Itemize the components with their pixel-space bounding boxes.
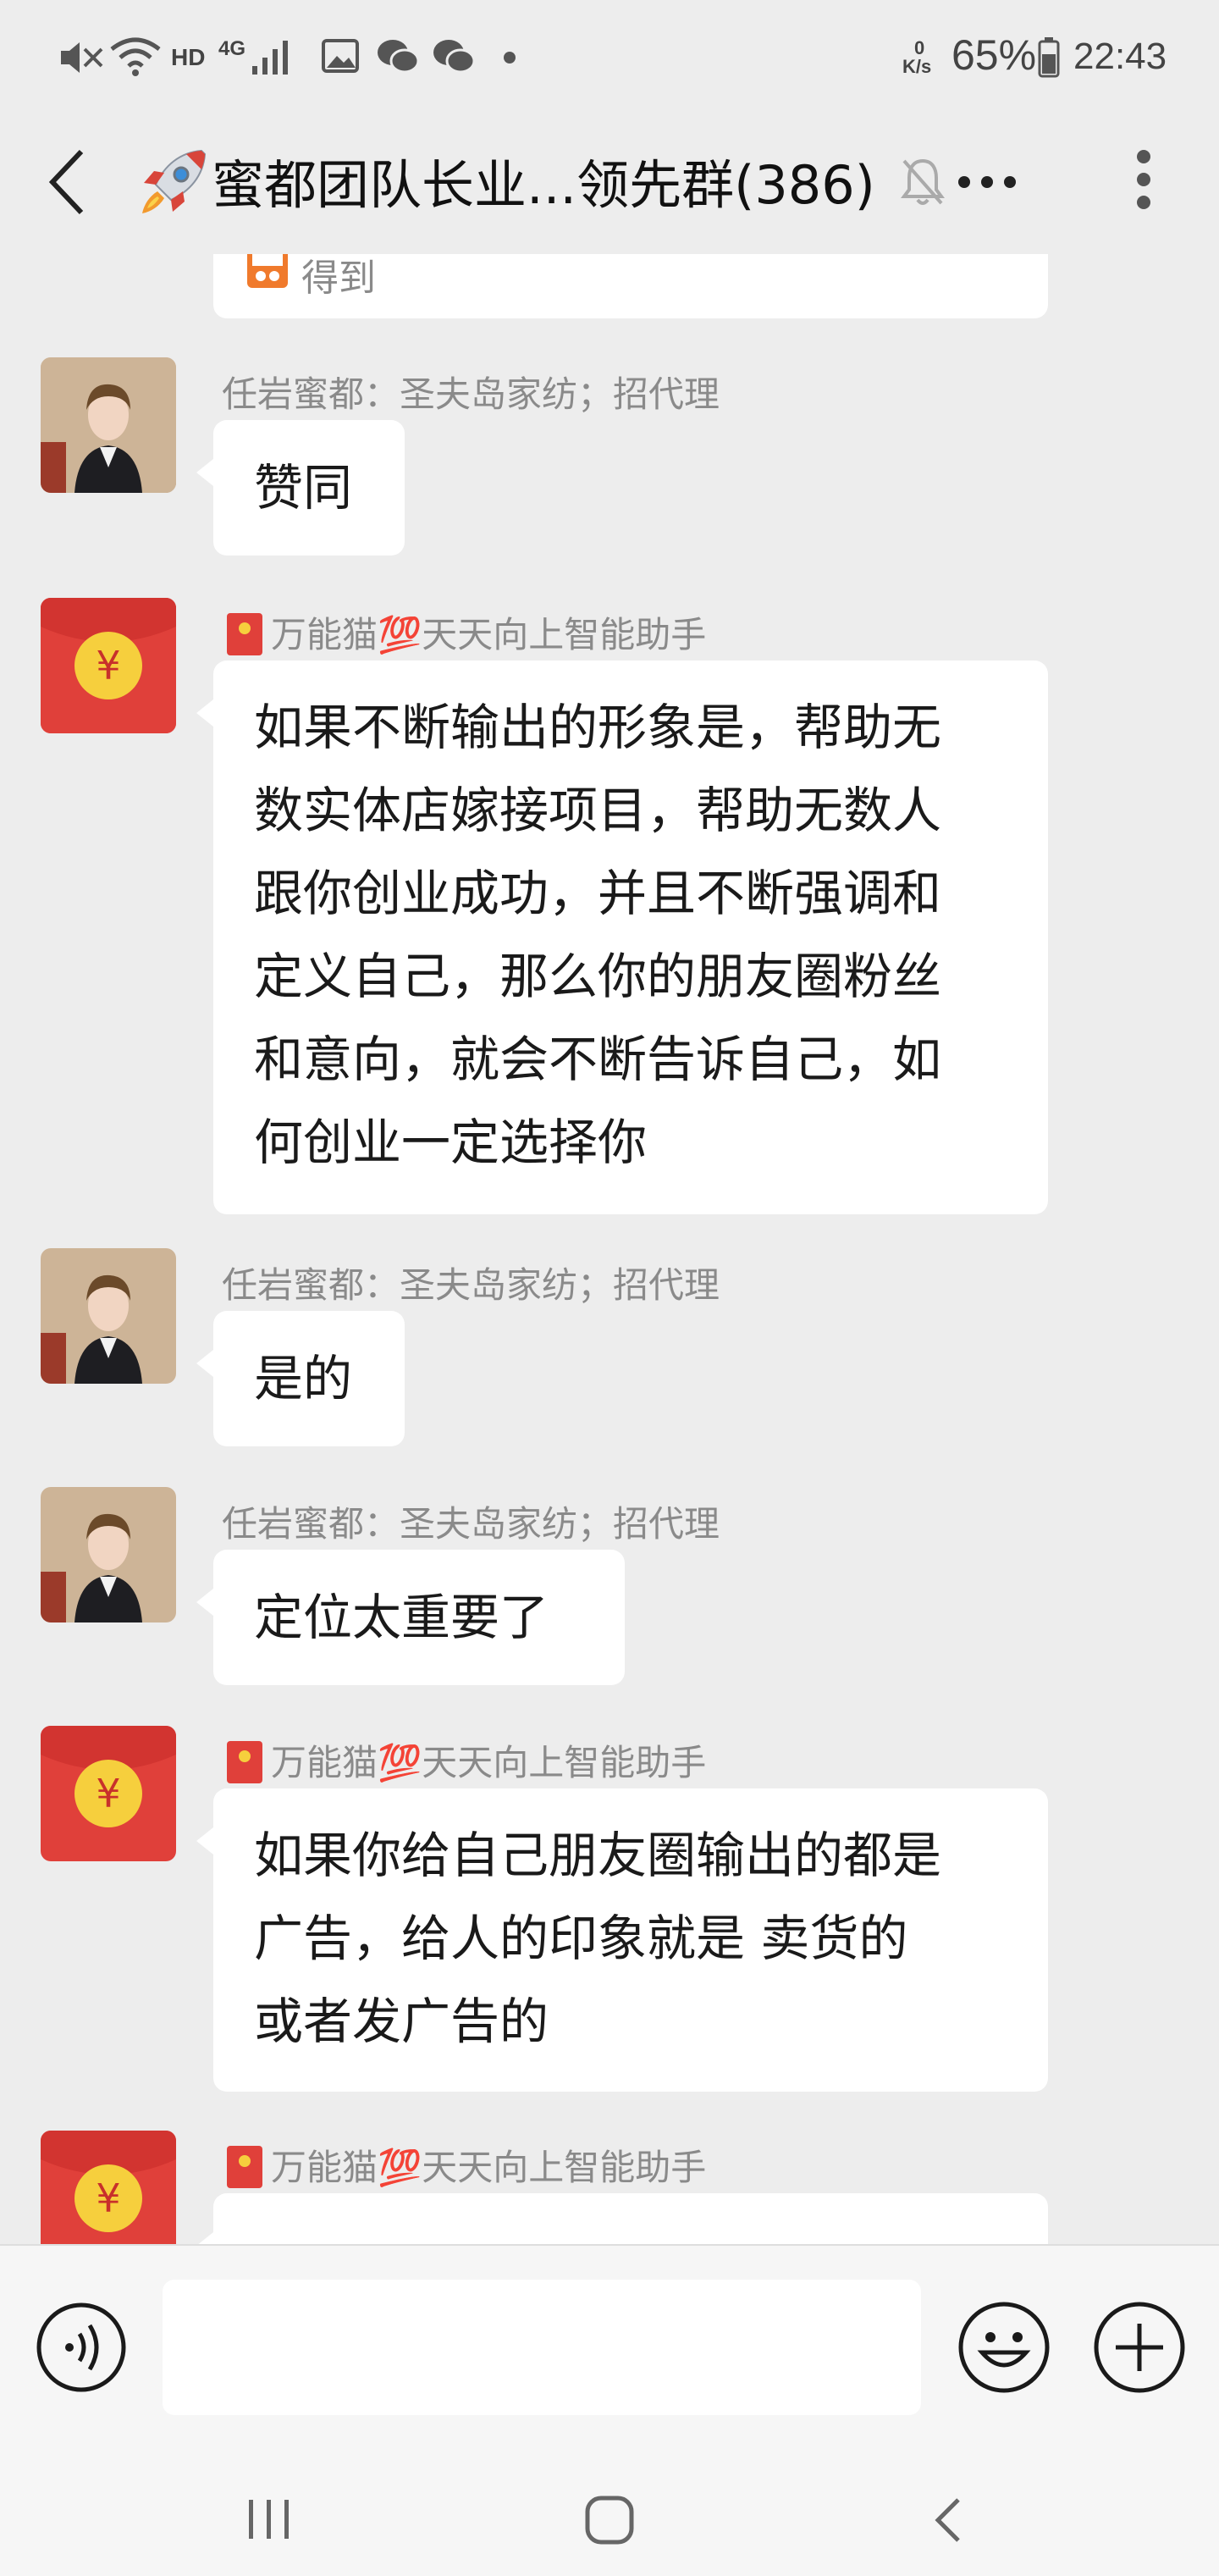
message-bubble[interactable]: 是的 [196,1311,405,1446]
message-bubble[interactable]: 如果你给自己朋友圈输出的都是 广告，给人的印象就是 卖货的 或者发广告的 [196,1788,1048,2092]
chat-header: 蜜都团队长业...领先群(386) [0,110,1219,254]
sender-name: 万能猫💯天天向上智能助手 [271,614,707,655]
shared-card-partial[interactable]: 得到 [213,254,1048,318]
avatar[interactable] [41,1487,176,1622]
svg-text:¥: ¥ [96,2175,120,2221]
wechat-notification-icon [378,40,420,74]
message-text: 是的 [254,1350,353,1407]
muted-bell-icon [901,158,945,205]
system-back-icon[interactable] [931,2495,965,2546]
shared-card-source: 得到 [301,257,376,300]
message-bubble[interactable]: 赞同 [196,420,405,556]
message-line: 跟你创业成功，并且不断强调和 [254,865,942,922]
message-line: 或者发广告的 [254,1993,549,2050]
sender-name: 万能猫💯天天向上智能助手 [271,1742,707,1783]
red-packet-avatar-icon: ¥ [41,1726,176,1861]
gallery-icon [322,39,359,73]
status-bar: HD 4G 0 K/s 65% 22:43 [0,0,1219,110]
message-line: 数实体店嫁接项目，帮助无数人 [254,782,942,839]
message-line: 和意向，就会不断告诉自己，如 [254,1031,942,1088]
message-text: 赞同 [254,459,353,517]
message-line: 如果你给自己朋友圈输出的都是 [254,1827,942,1884]
svg-text:¥: ¥ [96,643,120,688]
red-packet-small-icon [227,613,262,655]
red-packet-avatar-icon: ¥ [41,598,176,733]
sender-name: 万能猫💯天天向上智能助手 [271,2147,707,2188]
avatar[interactable]: ¥ [41,2131,176,2244]
battery-icon [1038,37,1060,78]
wifi-icon [110,37,161,76]
input-panel [0,2244,1219,2576]
person-photo-icon [41,357,176,493]
person-photo-icon [41,1248,176,1384]
emoji-icon[interactable] [957,2300,1051,2395]
battery-percent: 65% [951,31,1037,79]
avatar[interactable] [41,357,176,493]
chat-title: 蜜都团队长业...领先群(386) [212,154,875,216]
message-line: 何创业一定选择你 [254,1114,648,1171]
voice-input-icon[interactable] [36,2302,127,2393]
svg-text:¥: ¥ [96,1771,120,1816]
red-packet-small-icon [227,2146,262,2188]
message-bubble[interactable] [196,2193,1048,2244]
wechat-notification-icon-2 [433,40,476,74]
network-type: 4G [218,37,246,60]
recent-apps-icon[interactable] [244,2496,295,2542]
hd-badge: HD [171,44,206,70]
message-line: 广告，给人的印象就是 卖货的 [254,1910,908,1967]
net-speed-unit: K/s [902,56,932,77]
avatar[interactable]: ¥ [41,598,176,733]
back-arrow-icon[interactable] [44,146,91,218]
more-icon[interactable] [957,174,1018,190]
message-bubble[interactable]: 定位太重要了 [196,1550,625,1685]
more-notifications-dot-icon [504,52,516,64]
red-packet-avatar-icon: ¥ [41,2131,176,2244]
signal-icon [252,41,288,75]
add-icon[interactable] [1092,2300,1187,2395]
message-line: 如果不断输出的形象是，帮助无 [254,699,942,756]
clock: 22:43 [1073,36,1167,77]
message-line: 定义自己，那么你的朋友圈粉丝 [254,948,942,1005]
overflow-menu-icon[interactable] [1134,149,1153,210]
rocket-emoji-icon [142,149,207,213]
sender-name: 任岩蜜都：圣夫岛家纺；招代理 [222,1264,720,1306]
message-text: 定位太重要了 [254,1589,549,1646]
sender-name: 任岩蜜都：圣夫岛家纺；招代理 [222,373,720,415]
red-packet-small-icon [227,1741,262,1783]
message-bubble[interactable]: 如果不断输出的形象是，帮助无 数实体店嫁接项目，帮助无数人 跟你创业成功，并且不… [196,661,1048,1214]
message-input[interactable] [163,2280,921,2415]
message-list[interactable]: 得到 任岩蜜都：圣夫岛家纺；招代理 赞同 ¥ 万能猫💯天天向上智能助手 如果不断… [0,254,1219,2244]
mute-icon [61,42,103,73]
avatar[interactable] [41,1248,176,1384]
home-icon[interactable] [584,2495,635,2546]
avatar[interactable]: ¥ [41,1726,176,1861]
sender-name: 任岩蜜都：圣夫岛家纺；招代理 [222,1503,720,1545]
dedao-app-icon [247,254,288,288]
person-photo-icon [41,1487,176,1622]
